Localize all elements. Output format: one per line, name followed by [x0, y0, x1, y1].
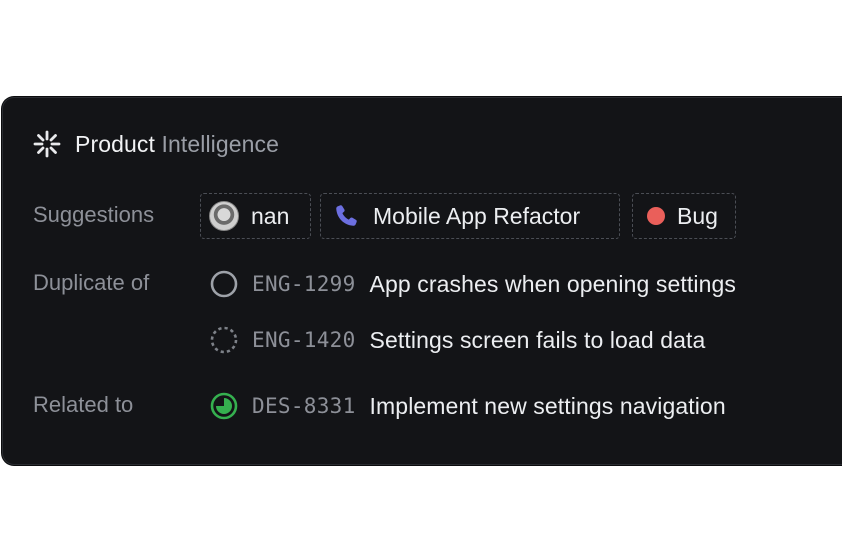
- card-header: Product Intelligence: [33, 129, 279, 159]
- sparkle-icon: [33, 130, 61, 158]
- related-to-label: Related to: [33, 392, 134, 417]
- chip-label: nan: [251, 202, 290, 229]
- chip-label: Mobile App Refactor: [373, 202, 581, 229]
- issue-row[interactable]: ENG-1299 App crashes when opening settin…: [209, 268, 736, 300]
- page-title: Product Intelligence: [75, 131, 279, 158]
- title-prefix: Product: [75, 130, 162, 157]
- todo-status-icon: [210, 270, 238, 298]
- avatar: [209, 201, 239, 231]
- issue-row[interactable]: DES-8331 Implement new settings navigati…: [209, 390, 726, 422]
- suggestion-chip-label[interactable]: Bug: [632, 193, 736, 239]
- backlog-status-icon: [210, 326, 238, 354]
- title-suffix: Intelligence: [161, 130, 280, 157]
- issue-title: Implement new settings navigation: [369, 392, 726, 419]
- in-progress-status-icon: [210, 392, 238, 420]
- suggestions-label: Suggestions: [33, 202, 155, 227]
- issue-title: Settings screen fails to load data: [369, 326, 706, 353]
- duplicate-of-label: Duplicate of: [33, 270, 150, 295]
- issue-title: App crashes when opening settings: [369, 270, 736, 297]
- issue-row[interactable]: ENG-1420 Settings screen fails to load d…: [209, 324, 705, 356]
- issue-id: ENG-1420: [252, 328, 356, 352]
- suggestion-chip-user[interactable]: nan: [200, 193, 311, 239]
- chip-label: Bug: [677, 202, 718, 229]
- issue-id: DES-8331: [252, 394, 356, 418]
- suggestion-chip-project[interactable]: Mobile App Refactor: [320, 193, 620, 239]
- phone-icon: [336, 205, 357, 226]
- red-dot-icon: [647, 207, 665, 225]
- issue-id: ENG-1299: [252, 272, 356, 296]
